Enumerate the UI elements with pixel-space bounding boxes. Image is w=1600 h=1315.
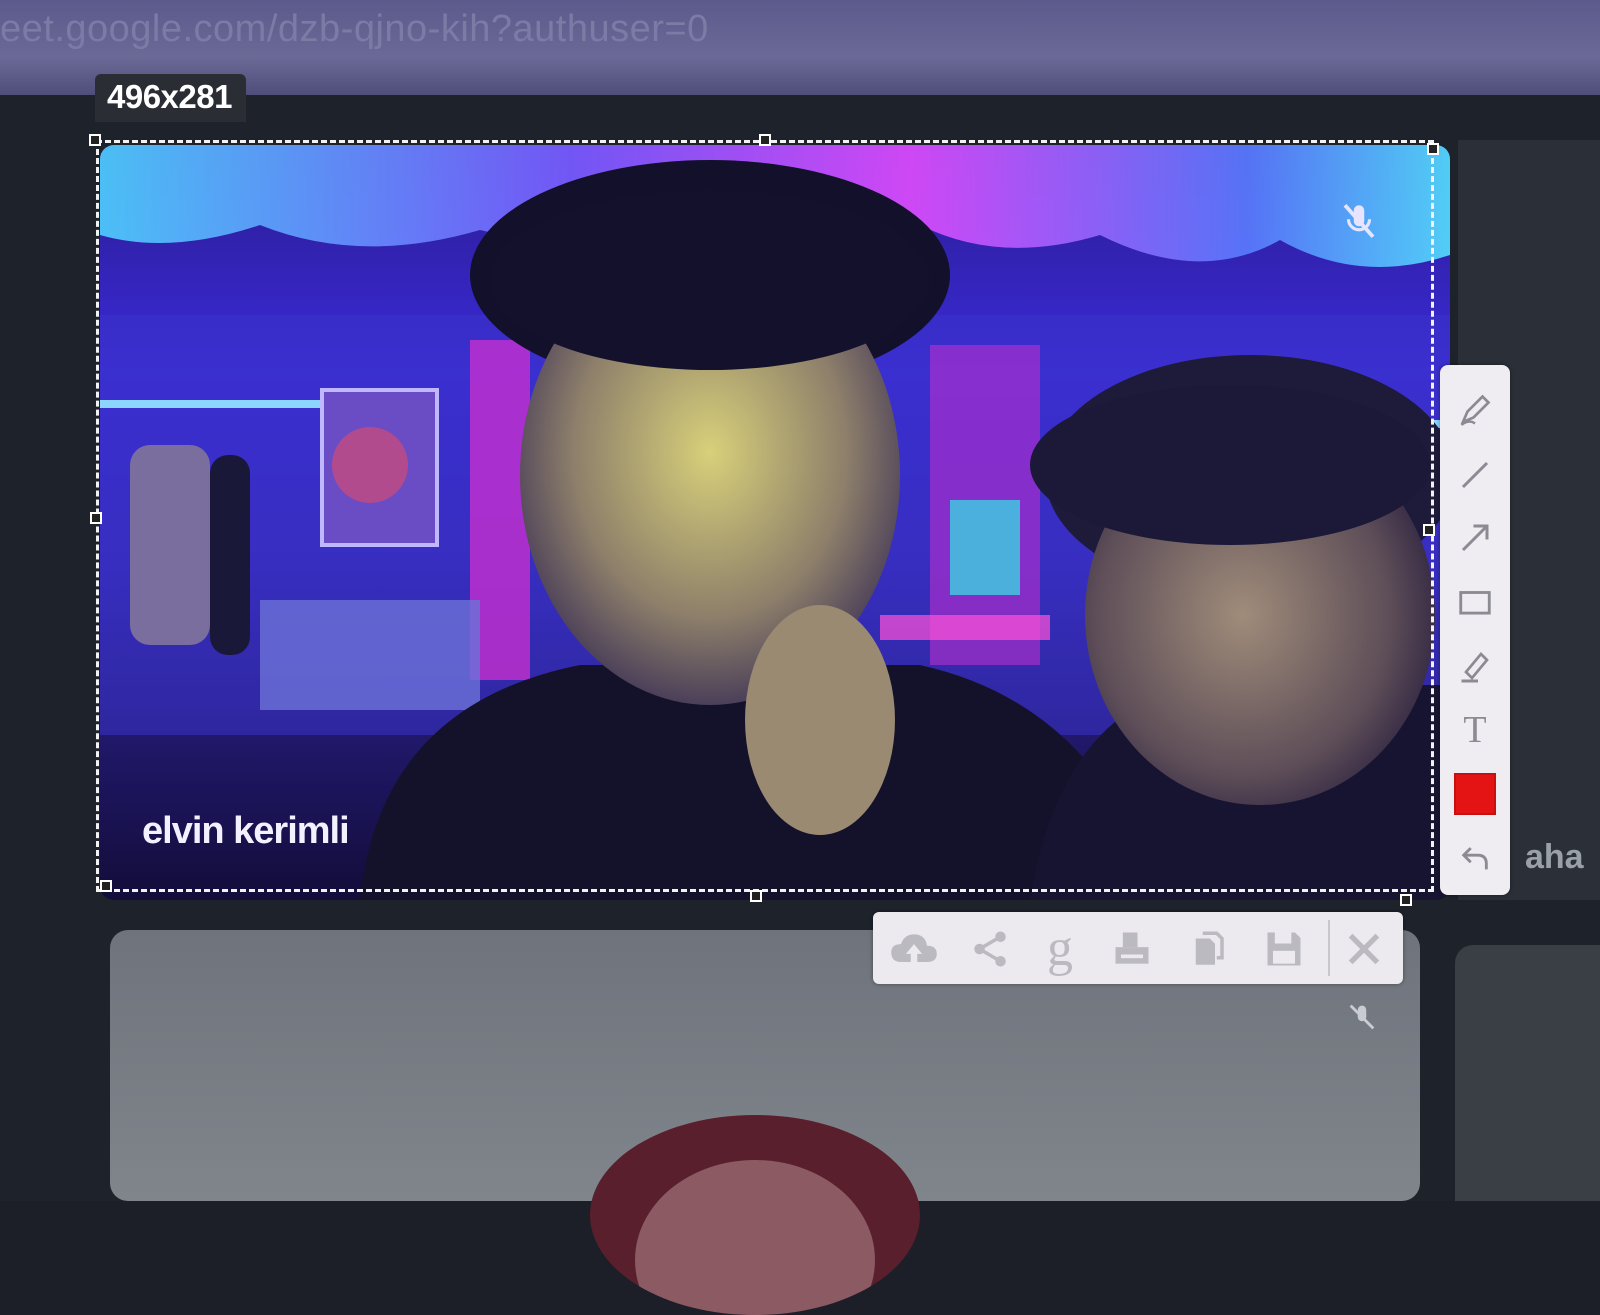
copy-icon bbox=[1195, 931, 1224, 965]
share-icon bbox=[974, 931, 1006, 967]
participant-name: elvin kerimli bbox=[142, 810, 350, 852]
marker-icon bbox=[1461, 652, 1489, 683]
video-tile-main[interactable]: elvin kerimli bbox=[100, 145, 1450, 900]
arrow-icon bbox=[1461, 524, 1489, 552]
rectangle-icon bbox=[1459, 591, 1491, 615]
text-tool-button[interactable]: T bbox=[1450, 705, 1500, 755]
capture-action-bar: g bbox=[873, 912, 1403, 984]
save-icon bbox=[1267, 932, 1301, 966]
participant-name-right: aha bbox=[1525, 838, 1584, 876]
url-text[interactable]: eet.google.com/dzb-qjno-kih?authuser=0 bbox=[0, 8, 709, 51]
resize-handle-right[interactable] bbox=[1423, 524, 1435, 536]
selection-size-label: 496x281 bbox=[95, 74, 246, 122]
toolbar-divider bbox=[1328, 920, 1330, 976]
print-icon bbox=[1115, 932, 1149, 964]
annotation-toolbar: T bbox=[1440, 365, 1510, 895]
text-icon: T bbox=[1463, 709, 1487, 751]
close-icon bbox=[1348, 933, 1380, 965]
mic-off-icon bbox=[1349, 1004, 1375, 1030]
resize-handle-top[interactable] bbox=[759, 134, 771, 146]
share-button[interactable] bbox=[963, 922, 1017, 976]
resize-handle-top-left[interactable] bbox=[89, 134, 101, 146]
rectangle-tool-button[interactable] bbox=[1450, 577, 1500, 627]
cloud-upload-icon bbox=[891, 934, 937, 962]
resize-handle-top-right[interactable] bbox=[1427, 143, 1439, 155]
participant-avatar bbox=[590, 1115, 920, 1315]
google-search-button[interactable]: g bbox=[1033, 922, 1087, 976]
arrow-tool-button[interactable] bbox=[1450, 513, 1500, 563]
resize-handle-bottom-left[interactable] bbox=[100, 880, 112, 892]
resize-handle-left[interactable] bbox=[90, 512, 102, 524]
video-frame bbox=[100, 145, 1450, 900]
undo-button[interactable] bbox=[1450, 833, 1500, 883]
resize-handle-bottom[interactable] bbox=[750, 890, 762, 902]
participant-tile-bottom-right[interactable] bbox=[1455, 945, 1600, 1201]
pen-icon bbox=[1460, 394, 1491, 426]
save-button[interactable] bbox=[1257, 922, 1311, 976]
mic-off-icon bbox=[1343, 203, 1375, 239]
color-picker-swatch[interactable] bbox=[1454, 773, 1496, 815]
line-icon bbox=[1461, 461, 1489, 489]
line-tool-button[interactable] bbox=[1450, 450, 1500, 500]
upload-button[interactable] bbox=[887, 922, 941, 976]
copy-button[interactable] bbox=[1181, 922, 1235, 976]
marker-tool-button[interactable] bbox=[1450, 641, 1500, 691]
close-button[interactable] bbox=[1337, 922, 1391, 976]
resize-handle-bottom-right[interactable] bbox=[1400, 894, 1412, 906]
pen-tool-button[interactable] bbox=[1450, 385, 1500, 435]
undo-icon bbox=[1461, 847, 1488, 870]
print-button[interactable] bbox=[1105, 922, 1159, 976]
google-icon: g bbox=[1047, 920, 1073, 977]
